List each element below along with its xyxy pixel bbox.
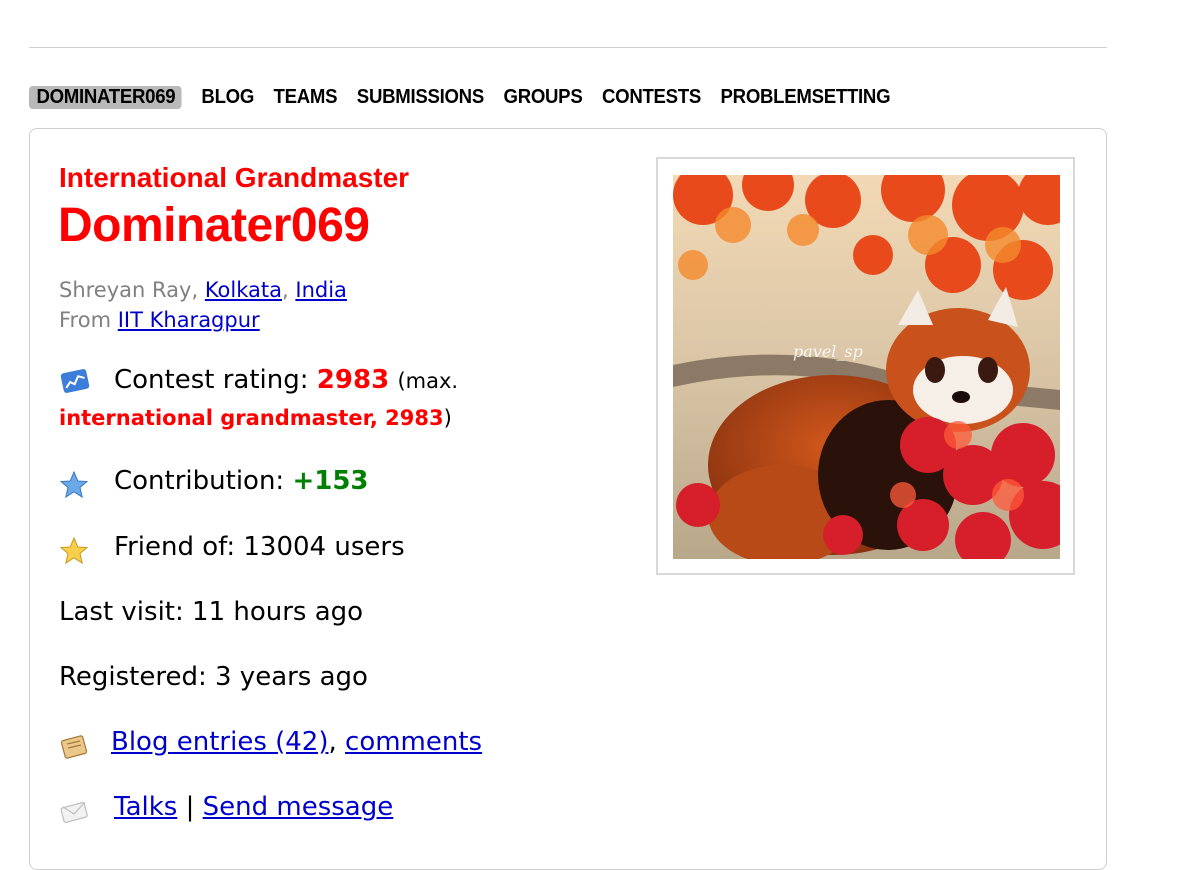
photo-watermark: pavel_sp bbox=[793, 342, 863, 361]
user-handle: Dominater069 bbox=[58, 199, 370, 252]
comments-link[interactable]: comments bbox=[345, 727, 482, 757]
blog-links: Blog entries (42), comments bbox=[111, 727, 483, 757]
tab-contests[interactable]: CONTESTS bbox=[602, 86, 701, 109]
blog-icon bbox=[60, 735, 88, 759]
tab-submissions[interactable]: SUBMISSIONS bbox=[357, 86, 484, 109]
contest-rating: Contest rating: 2983 (max. bbox=[114, 365, 459, 395]
profile-tabs: DOMINATER069 BLOG TEAMS SUBMISSIONS GROU… bbox=[29, 84, 910, 110]
send-message-link[interactable]: Send message bbox=[203, 792, 394, 822]
user-location: Shreyan Ray, Kolkata, India bbox=[59, 278, 347, 302]
star-gold-icon bbox=[59, 536, 89, 565]
envelope-icon bbox=[60, 801, 88, 823]
blog-entries-link[interactable]: Blog entries (42) bbox=[111, 727, 329, 757]
friend-of: Friend of: 13004 users bbox=[114, 532, 405, 562]
last-visit: Last visit: 11 hours ago bbox=[59, 597, 364, 627]
tab-blog[interactable]: BLOG bbox=[201, 86, 254, 109]
max-rank: international grandmaster, 2983 bbox=[59, 406, 444, 430]
country-link[interactable]: India bbox=[295, 278, 347, 302]
rating-value: 2983 bbox=[316, 365, 390, 395]
contribution-value: +153 bbox=[292, 466, 369, 496]
tab-teams[interactable]: TEAMS bbox=[274, 86, 338, 109]
red-panda-image: pavel_sp bbox=[673, 175, 1060, 559]
contribution: Contribution: +153 bbox=[114, 466, 369, 496]
top-divider bbox=[29, 47, 1107, 48]
user-real-name: Shreyan Ray bbox=[59, 278, 192, 302]
organization-link[interactable]: IIT Kharagpur bbox=[118, 308, 260, 332]
star-blue-icon bbox=[59, 470, 89, 499]
tab-groups[interactable]: GROUPS bbox=[504, 86, 583, 109]
tab-problemsetting[interactable]: PROBLEMSETTING bbox=[721, 86, 891, 109]
city-link[interactable]: Kolkata bbox=[205, 278, 282, 302]
tab-profile[interactable]: DOMINATER069 bbox=[29, 85, 182, 109]
user-rank: International Grandmaster bbox=[59, 162, 410, 193]
talks-link[interactable]: Talks bbox=[114, 792, 177, 822]
max-rating: international grandmaster, 2983) bbox=[59, 406, 452, 430]
registered: Registered: 3 years ago bbox=[59, 662, 368, 692]
avatar: pavel_sp bbox=[673, 175, 1060, 559]
rating-chart-icon bbox=[60, 369, 90, 393]
user-organization: From IIT Kharagpur bbox=[59, 308, 260, 332]
talks-links: Talks | Send message bbox=[114, 792, 394, 822]
